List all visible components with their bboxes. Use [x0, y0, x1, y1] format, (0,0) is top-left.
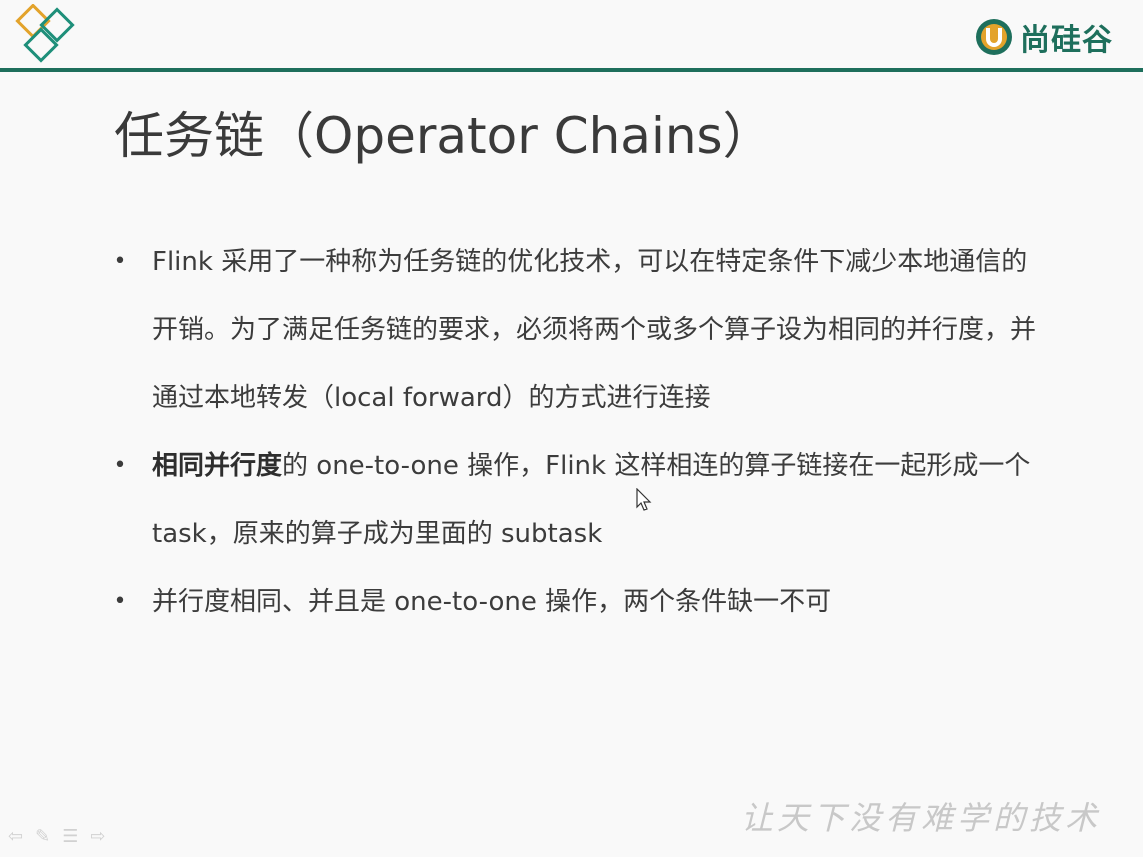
- brand-name: 尚硅谷: [1020, 23, 1113, 58]
- bullet-dot: •: [113, 453, 127, 478]
- slideshow-nav: ⇦ ✎ ☰ ⇨: [8, 826, 105, 847]
- bullet-text: 的 one-to-one 操作，Flink 这样相连的算子链接在一起形成一个 t…: [152, 451, 1031, 549]
- bullet-item: • Flink 采用了一种称为任务链的优化技术，可以在特定条件下减少本地通信的开…: [112, 228, 1052, 432]
- watermark-slogan: 让天下没有难学的技术: [740, 799, 1101, 837]
- slide: 尚硅谷 任务链（Operator Chains） • Flink 采用了一种称为…: [0, 0, 1143, 857]
- pen-icon[interactable]: ✎: [35, 826, 50, 847]
- bullet-list: • Flink 采用了一种称为任务链的优化技术，可以在特定条件下减少本地通信的开…: [112, 228, 1052, 636]
- bullet-dot: •: [113, 249, 127, 274]
- bullet-text: 并行度相同、并且是 one-to-one 操作，两个条件缺一不可: [152, 587, 832, 617]
- slide-title: 任务链（Operator Chains）: [114, 107, 773, 165]
- header-divider: [0, 68, 1143, 72]
- bullet-text: Flink 采用了一种称为任务链的优化技术，可以在特定条件下减少本地通信的开销。…: [152, 247, 1037, 413]
- diamond-logo-icon: [15, 4, 75, 63]
- brand-u-icon: [976, 19, 1012, 55]
- arrow-right-icon[interactable]: ⇨: [90, 826, 105, 847]
- mouse-cursor-icon: [636, 488, 652, 511]
- bullet-item: • 相同并行度的 one-to-one 操作，Flink 这样相连的算子链接在一…: [112, 432, 1052, 568]
- bullet-bold-text: 相同并行度: [152, 451, 283, 481]
- bullet-dot: •: [113, 589, 127, 614]
- brand-logo: 尚硅谷: [974, 14, 1113, 60]
- menu-icon[interactable]: ☰: [62, 826, 78, 847]
- arrow-left-icon[interactable]: ⇦: [8, 826, 23, 847]
- bullet-item: • 并行度相同、并且是 one-to-one 操作，两个条件缺一不可: [112, 568, 1052, 636]
